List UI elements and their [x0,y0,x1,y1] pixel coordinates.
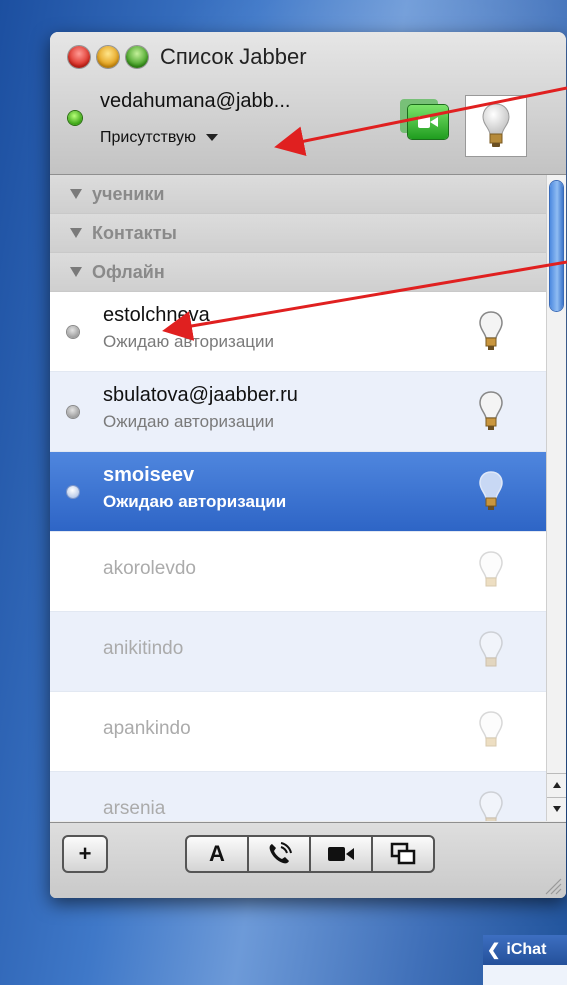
contact-row-selected[interactable]: smoiseev Ожидаю авторизации [50,452,546,532]
vertical-scrollbar[interactable] [546,175,566,821]
presence-status-label: Присутствую [100,129,196,146]
contact-status: Ожидаю авторизации [103,332,275,351]
contact-row[interactable]: estolchneva Ожидаю авторизации [50,292,546,372]
lightbulb-icon [479,631,503,667]
lightbulb-icon [479,471,503,510]
status-dot-icon [67,406,79,418]
lightbulb-icon [479,791,503,821]
contact-name: estolchneva [103,304,210,326]
lightbulb-icon [479,391,503,430]
presence-status-menu[interactable]: Присутствую [100,129,218,147]
contact-row[interactable]: apankindo [50,692,546,772]
menu-dropdown-fragment [483,965,567,985]
minimize-button[interactable] [97,46,119,68]
ichat-menu[interactable]: ❮ iChat [483,935,567,965]
group-label: ученики [92,183,165,204]
chat-actions-segmented-control: A [185,835,435,873]
camera-icon [328,847,354,861]
app-name: iChat [506,941,547,958]
close-button[interactable] [68,46,90,68]
disclosure-triangle-icon [70,267,82,277]
account-name: vedahumana@jabb... [100,90,291,112]
contact-name: anikitindo [103,638,184,659]
disclosure-triangle-icon [70,189,82,199]
group-label: Офлайн [92,261,165,282]
disclosure-triangle-icon [70,228,82,238]
lightbulb-icon [479,311,503,350]
contact-name: sbulatova@jaabber.ru [103,384,298,406]
jabber-window: Список Jabber vedahumana@jabb... Присутс… [50,32,566,898]
contact-name: akorolevdo [103,558,196,579]
contact-row[interactable]: akorolevdo [50,532,546,612]
text-chat-label: A [209,841,225,866]
lightbulb-icon [479,551,503,587]
contact-row[interactable]: arsenia [50,772,546,821]
apple-menu-icon[interactable]: ❮ [487,940,500,960]
contact-row[interactable]: anikitindo [50,612,546,692]
video-chat-button[interactable] [311,837,373,871]
group-header-students[interactable]: ученики [50,175,546,214]
scroll-up-arrow-icon[interactable] [547,773,566,796]
audio-chat-button[interactable] [249,837,311,871]
zoom-button[interactable] [126,46,148,68]
avatar[interactable] [465,95,527,157]
scrollbar-thumb[interactable] [550,181,563,311]
contact-status: Ожидаю авторизации [103,492,287,511]
resize-grip-icon[interactable] [542,875,562,895]
phone-icon [269,842,292,864]
lightbulb-icon [479,711,503,747]
chevron-down-icon [205,134,218,142]
text-chat-button[interactable]: A [187,837,249,871]
contact-name: smoiseev [103,464,195,486]
title-bar: Список Jabber vedahumana@jabb... Присутс… [50,32,566,175]
status-dot-icon [67,486,79,498]
contact-name: apankindo [103,718,191,739]
scroll-down-arrow-icon[interactable] [547,797,566,820]
lightbulb-icon [482,103,510,147]
status-dot-icon [67,326,79,338]
group-header-contacts[interactable]: Контакты [50,214,546,253]
add-contact-button[interactable]: + [62,835,108,873]
contact-name: arsenia [103,798,166,819]
screen-share-button[interactable] [373,837,433,871]
contact-list[interactable]: ученики Контакты Офлайн estolchneva Ожид… [50,175,546,821]
screen-share-icon [390,842,416,865]
video-chat-icon[interactable] [400,99,450,139]
bottom-toolbar: + A [50,822,566,898]
window-title: Список Jabber [160,44,307,69]
group-header-offline[interactable]: Офлайн [50,253,546,292]
contact-row[interactable]: sbulatova@jaabber.ru Ожидаю авторизации [50,372,546,452]
contact-status: Ожидаю авторизации [103,412,275,431]
dock-strip: ❮ iChat [483,935,567,985]
status-indicator-icon [68,111,82,125]
group-label: Контакты [92,222,177,243]
